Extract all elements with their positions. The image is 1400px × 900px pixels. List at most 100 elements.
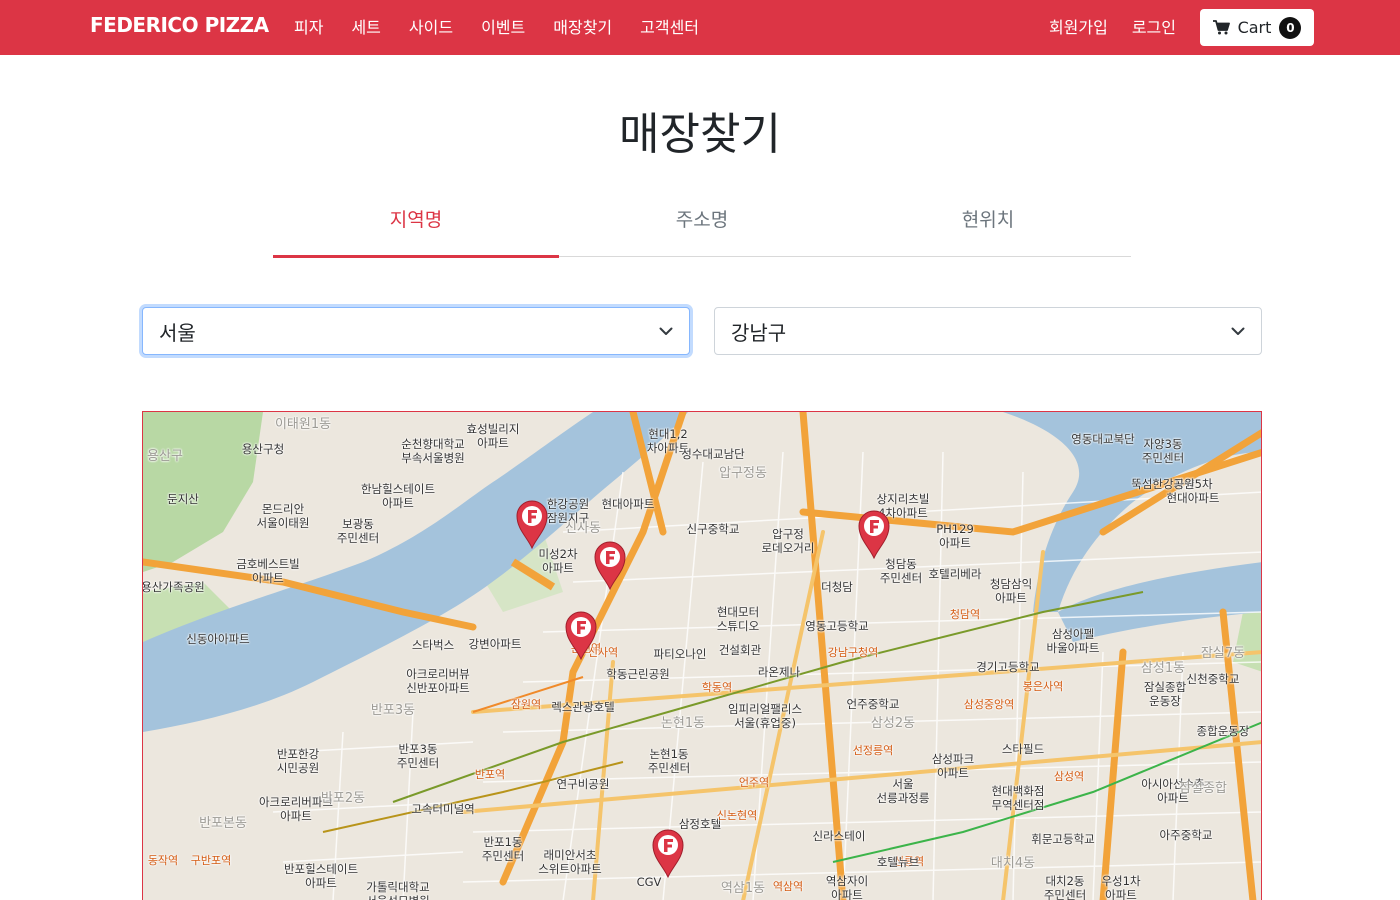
map-place-label: 신라스테이 bbox=[812, 829, 866, 843]
map-place-label: 청담삼익 아파트 bbox=[989, 577, 1033, 605]
map-place-label: 논현1동 주민센터 bbox=[647, 747, 691, 775]
main-menu: 피자 세트 사이드 이벤트 매장찾기 고객센터 bbox=[280, 0, 713, 55]
map-place-label: 잠실종합 운동장 bbox=[1143, 680, 1187, 708]
map-place-label: 성수대교남단 bbox=[681, 447, 745, 461]
tab-current-location[interactable]: 현위치 bbox=[845, 196, 1131, 256]
map-place-label: 호텔뉴브 bbox=[876, 855, 920, 869]
map-place-label: 파티오나인 bbox=[653, 647, 707, 661]
map-place-label: 삼성역 bbox=[1053, 770, 1085, 783]
map-place-label: 현대모터 스튜디오 bbox=[716, 605, 760, 633]
map-place-label: 래미안서초 스위트아파트 bbox=[538, 848, 602, 876]
nav-set[interactable]: 세트 bbox=[337, 0, 394, 55]
nav-account-area: 회원가입 로그인 Cart 0 bbox=[1037, 0, 1314, 55]
tab-address[interactable]: 주소명 bbox=[559, 196, 845, 256]
map-area-label: 반포본동 bbox=[199, 816, 247, 831]
map-place-label: 삼성파크 아파트 bbox=[931, 752, 975, 780]
map-place-label: 서울 선릉과정릉 bbox=[876, 777, 930, 805]
map-area-label: 압구정동 bbox=[719, 466, 767, 481]
map-place-label: 경기고등학교 bbox=[976, 660, 1040, 674]
map-place-label: 신구중학교 bbox=[686, 522, 740, 536]
map-place-label: 삼성중앙역 bbox=[963, 698, 1015, 711]
map-place-label: 영동고등학교 bbox=[805, 619, 869, 633]
map-place-label: 삼성아펠 바울아파트 bbox=[1046, 627, 1100, 655]
map-place-label: 순천향대학교 부속서울병원 bbox=[401, 437, 465, 465]
map-place-label: 잠원역 bbox=[510, 698, 542, 711]
city-select[interactable]: 서울 bbox=[142, 307, 690, 355]
map-place-label: 보광동 주민센터 bbox=[336, 517, 380, 545]
chevron-down-icon bbox=[659, 327, 673, 336]
map-place-label: 강남구청역 bbox=[827, 646, 879, 659]
federico-store-pin-icon[interactable] bbox=[564, 610, 598, 661]
map-place-label: 고속터미널역 bbox=[411, 802, 475, 816]
map-place-label: 가톨릭대학교서울성모병원 bbox=[366, 880, 430, 900]
map-place-label: 호텔리베라 bbox=[928, 567, 982, 581]
map-area-label: 대치4동 bbox=[990, 856, 1036, 871]
shopping-cart-icon bbox=[1212, 20, 1230, 35]
map-place-label: 현대백화점 무역센터점 bbox=[991, 784, 1045, 812]
map-place-label: 용산구청 bbox=[241, 442, 285, 456]
map-place-label: 종합운동장 bbox=[1196, 724, 1250, 738]
chevron-down-icon bbox=[1231, 327, 1245, 336]
map-place-label: PH129 아파트 bbox=[936, 522, 974, 550]
map-place-label: 스타벅스 bbox=[411, 638, 455, 652]
search-tabs: 지역명 주소명 현위치 bbox=[273, 196, 1131, 258]
map-place-label: 휘문고등학교 bbox=[1031, 832, 1095, 846]
map-place-label: 언주중학교 bbox=[846, 697, 900, 711]
map-place-label: 미성2차 아파트 bbox=[538, 547, 578, 575]
map-place-label: 신동아아파트 bbox=[186, 632, 250, 646]
map-place-label: 삼정호텔 bbox=[678, 817, 722, 831]
nav-store-finder[interactable]: 매장찾기 bbox=[539, 0, 626, 55]
map-place-label: 몬드리안 서울이태원 bbox=[256, 502, 310, 530]
nav-customer-center[interactable]: 고객센터 bbox=[626, 0, 713, 55]
tab-region[interactable]: 지역명 bbox=[273, 196, 559, 258]
map-place-label: 건설회관 bbox=[718, 643, 762, 657]
map-area-label: 논현1동 bbox=[660, 716, 706, 731]
map-area-label: 삼성1동 bbox=[1140, 661, 1186, 676]
map-place-label: 용산가족공원 bbox=[142, 580, 205, 594]
store-map[interactable]: 용산구청 둔지산 몬드리안 서울이태원 보광동 주민센터 금호베스트빌 아파트 용산가족공원 신동… bbox=[142, 411, 1262, 900]
map-area-label: 용산구 bbox=[147, 449, 183, 464]
brand-logo[interactable]: FEDERICO PIZZA bbox=[90, 13, 269, 37]
map-place-label: 대치2동 주민센터 bbox=[1043, 874, 1087, 900]
map-place-label: 영동대교북단 bbox=[1071, 432, 1135, 446]
map-place-label: 우성1차 아파트 bbox=[1101, 874, 1141, 900]
federico-store-pin-icon[interactable] bbox=[857, 509, 891, 560]
map-place-label: 효성빌리지 아파트 bbox=[466, 422, 520, 450]
map-place-label: 봉은사역 bbox=[1022, 680, 1064, 693]
federico-store-pin-icon[interactable] bbox=[515, 499, 549, 550]
map-place-label: 현대아파트 bbox=[601, 497, 655, 511]
signup-link[interactable]: 회원가입 bbox=[1037, 0, 1120, 55]
map-place-label: 반포역 bbox=[474, 768, 506, 781]
map-area-label: 삼성2동 bbox=[870, 716, 916, 731]
district-select[interactable]: 강남구 bbox=[714, 307, 1262, 355]
district-select-value: 강남구 bbox=[731, 320, 787, 345]
map-area-label: 반포3동 bbox=[370, 703, 416, 718]
map-area-label: 신사동 bbox=[565, 521, 601, 536]
map-place-label: 임피리얼팰리스 서울(휴업중) bbox=[727, 702, 803, 730]
map-place-label: 더청담 bbox=[821, 580, 853, 594]
map-place-label: 라온제나 bbox=[757, 665, 801, 679]
map-area-label: 잠실종합 bbox=[1179, 781, 1227, 796]
nav-side[interactable]: 사이드 bbox=[395, 0, 467, 55]
map-place-label: 언주역 bbox=[738, 776, 770, 789]
map-place-label: 학동역 bbox=[701, 681, 733, 694]
nav-pizza[interactable]: 피자 bbox=[280, 0, 337, 55]
map-area-label: 반포2동 bbox=[320, 791, 366, 806]
map-place-label: 아주중학교 bbox=[1159, 828, 1213, 842]
map-place-label: 스타필드 bbox=[1001, 742, 1045, 756]
map-place-label: 한남힐스테이트 아파트 bbox=[360, 482, 436, 510]
map-place-label: 반포한강 시민공원 bbox=[276, 747, 320, 775]
map-place-label: 동작역 bbox=[147, 854, 179, 867]
city-select-value: 서울 bbox=[159, 320, 196, 345]
nav-event[interactable]: 이벤트 bbox=[467, 0, 539, 55]
federico-store-pin-icon[interactable] bbox=[651, 828, 685, 879]
map-place-label: 반포힐스테이트 아파트 bbox=[283, 862, 359, 890]
cart-button[interactable]: Cart 0 bbox=[1200, 9, 1314, 46]
map-place-label: 자양3동 주민센터 bbox=[1141, 437, 1185, 465]
cart-label: Cart bbox=[1237, 18, 1272, 37]
login-link[interactable]: 로그인 bbox=[1120, 0, 1188, 55]
map-place-label: 청담역 bbox=[949, 608, 981, 621]
map-place-label: 뚝섬한강공원 bbox=[1131, 477, 1195, 491]
federico-store-pin-icon[interactable] bbox=[593, 540, 627, 591]
map-place-label: 신천중학교 bbox=[1186, 672, 1240, 686]
